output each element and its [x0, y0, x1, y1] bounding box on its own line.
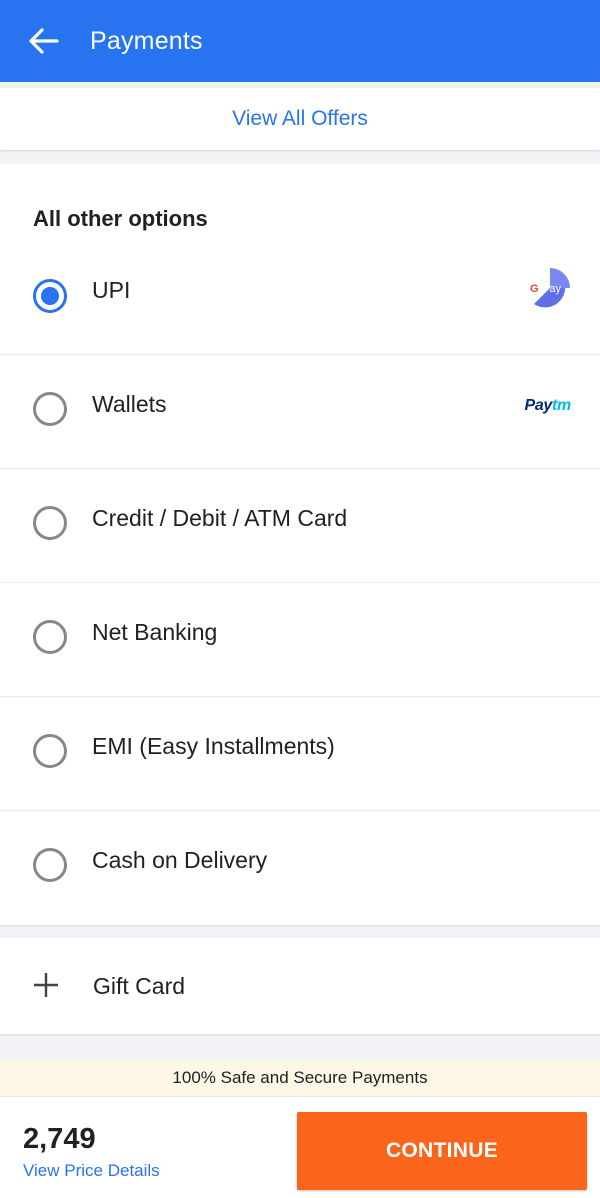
option-card[interactable]: Credit / Debit / ATM Card — [0, 468, 600, 582]
option-upi[interactable]: UPI G Pay — [0, 240, 600, 354]
gift-card-row[interactable]: Gift Card — [0, 938, 600, 1034]
back-button[interactable] — [14, 11, 74, 71]
option-label: Net Banking — [92, 619, 218, 645]
option-label: Credit / Debit / ATM Card — [92, 505, 348, 531]
card-radio[interactable] — [33, 506, 67, 540]
option-net-banking[interactable]: Net Banking — [0, 582, 600, 696]
emi-radio[interactable] — [33, 734, 67, 768]
gift-card-label: Gift Card — [93, 973, 186, 999]
view-price-details-link[interactable]: View Price Details — [23, 1161, 160, 1181]
option-cash-on-delivery[interactable]: Cash on Delivery — [0, 810, 600, 924]
secure-payments-text: 100% Safe and Secure Payments — [172, 1068, 428, 1087]
payments-screen: Payments View All Offers All other optio… — [0, 0, 600, 1198]
option-label: Wallets — [92, 391, 167, 417]
options-section-title: All other options — [33, 206, 208, 231]
svg-text:G: G — [530, 283, 539, 295]
cod-radio[interactable] — [33, 848, 67, 882]
plus-icon — [34, 973, 58, 997]
gpay-icon: G Pay — [530, 268, 570, 308]
upi-radio[interactable] — [33, 279, 67, 313]
checkout-bar: 2,749 View Price Details CONTINUE — [0, 1096, 600, 1198]
option-label: EMI (Easy Installments) — [92, 733, 335, 759]
continue-button[interactable]: CONTINUE — [297, 1112, 587, 1190]
offers-bar: View All Offers — [0, 88, 600, 150]
secure-payments-banner: 100% Safe and Secure Payments — [0, 1060, 600, 1096]
app-header: Payments — [0, 0, 600, 82]
wallets-radio[interactable] — [33, 392, 67, 426]
payment-options-card: All other options UPI G Pay Wallets Payt… — [0, 164, 600, 925]
back-arrow-icon — [29, 28, 59, 54]
svg-text:Pay: Pay — [542, 283, 561, 295]
net-banking-radio[interactable] — [33, 620, 67, 654]
option-label: UPI — [92, 277, 131, 303]
option-wallets[interactable]: Wallets Paytm — [0, 354, 600, 468]
view-all-offers-link[interactable]: View All Offers — [232, 107, 368, 131]
total-price: 2,749 — [23, 1123, 96, 1155]
option-label: Cash on Delivery — [92, 847, 268, 873]
page-title: Payments — [90, 26, 203, 55]
option-emi[interactable]: EMI (Easy Installments) — [0, 696, 600, 810]
paytm-logo: Paytm — [524, 397, 571, 414]
